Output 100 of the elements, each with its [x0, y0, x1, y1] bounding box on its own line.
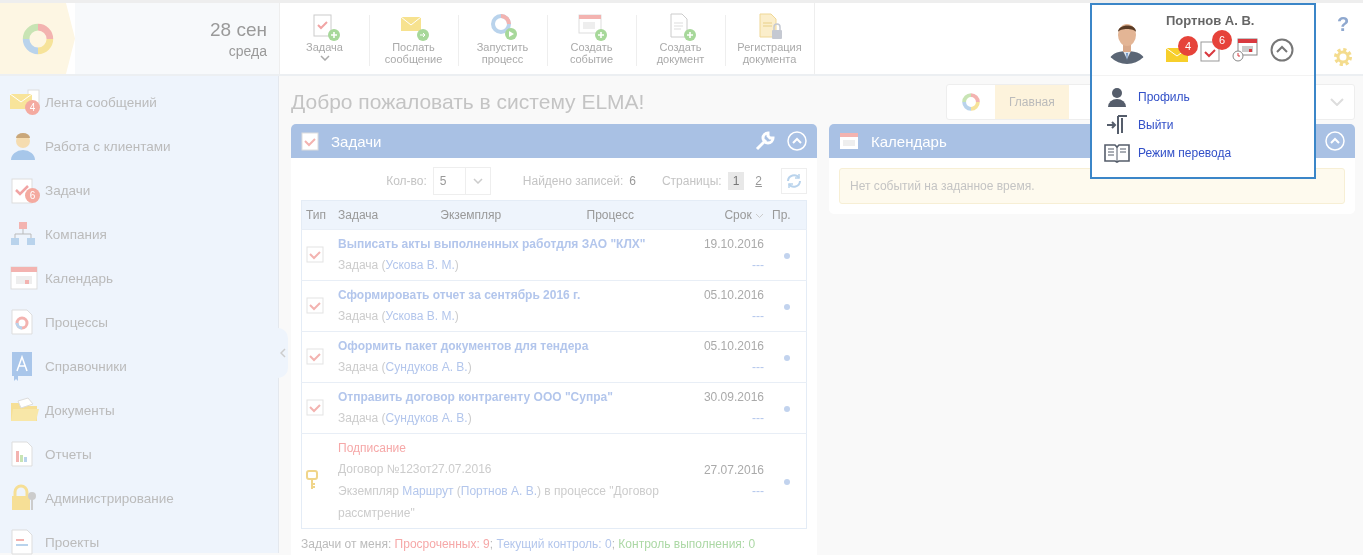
sidebar-item[interactable]: Проекты: [45, 534, 100, 550]
task-title[interactable]: Подписание: [338, 438, 696, 458]
user-icon: [1106, 87, 1128, 107]
count-label: Кол-во:: [386, 174, 427, 188]
person-link[interactable]: Ускова В. М.: [385, 309, 455, 323]
sidebar-item[interactable]: Отчеты: [45, 446, 92, 462]
priority-dot: [784, 406, 790, 412]
wrench-icon[interactable]: [755, 131, 775, 151]
column-header[interactable]: Процесс: [586, 208, 634, 222]
count-badge: 6: [1212, 30, 1232, 50]
sidebar-item[interactable]: Процессы: [45, 314, 108, 330]
date-day: 28 сен: [210, 18, 267, 41]
menu-item[interactable]: Выйти: [1104, 114, 1314, 136]
toolbar-button[interactable]: Создать документ: [636, 3, 725, 74]
lock-icon: [10, 484, 38, 512]
clipboard-icon: [10, 176, 34, 204]
toolbar-button[interactable]: Задача: [280, 3, 369, 74]
exit-icon: [1106, 115, 1128, 135]
found-label: Найдено записей:: [522, 174, 624, 188]
date-weekday: среда: [228, 42, 267, 59]
sidebar-item[interactable]: Работа с клиентами: [45, 138, 171, 154]
due-date: 05.10.2016: [703, 288, 764, 302]
clipboard-icon: [1200, 40, 1220, 62]
control-date: ---: [751, 308, 764, 325]
chart-icon: [10, 441, 34, 467]
task-title[interactable]: Выписать акты выполненных работдля ЗАО "КЛХ": [338, 234, 696, 254]
process-icon: [10, 309, 34, 335]
due-date: 19.10.2016: [703, 237, 764, 251]
toolbar-button[interactable]: Регистрация документа: [725, 3, 814, 74]
sidebar-item[interactable]: Документы: [45, 402, 115, 418]
refresh-button[interactable]: [781, 168, 807, 194]
person-link[interactable]: Ускова В. М.: [385, 258, 455, 272]
sidebar-item[interactable]: Лента сообщений: [45, 94, 157, 110]
due-date: 30.09.2016: [703, 390, 764, 404]
control-date: ---: [751, 483, 764, 500]
book-icon: [1104, 143, 1130, 163]
clipboard-icon: [301, 131, 319, 151]
calendar-icon: [10, 266, 38, 290]
priority-dot: [784, 304, 790, 310]
clipboard-icon: [306, 244, 324, 263]
due-date: 05.10.2016: [703, 339, 764, 353]
notification-button[interactable]: [1232, 38, 1258, 62]
sort-icon: [755, 213, 764, 219]
chevron-down-icon[interactable]: [1330, 98, 1344, 106]
org-chart-icon: [10, 221, 36, 247]
control-date: ---: [751, 359, 764, 376]
menu-item[interactable]: Режим перевода: [1104, 142, 1314, 164]
task-title[interactable]: Оформить пакет документов для тендера: [338, 336, 696, 356]
toolbar-button[interactable]: Создать событие: [547, 3, 636, 74]
count-badge: 4: [1178, 36, 1198, 56]
sidebar-item[interactable]: Администрирование: [45, 490, 174, 506]
sidebar-item[interactable]: Справочники: [45, 358, 127, 374]
panel-title: Календарь: [871, 132, 948, 150]
due-date: 27.07.2016: [703, 463, 764, 477]
notification-button[interactable]: [1200, 40, 1220, 62]
caret-icon: [472, 178, 483, 184]
task-title[interactable]: Отправить договор контрагенту ООО "Супра": [338, 387, 696, 407]
logo-icon: [960, 91, 982, 113]
panel-title: Задачи: [331, 132, 383, 150]
sidebar-item[interactable]: Задачи: [45, 182, 91, 198]
toolbar-button[interactable]: Запустить процесс: [458, 3, 547, 74]
person-link[interactable]: Маршрут: [402, 484, 454, 498]
folder-icon: [10, 397, 40, 423]
column-header[interactable]: Срок: [724, 208, 752, 222]
clipboard-icon: [306, 397, 324, 416]
person-link[interactable]: Сундуков А. В.: [385, 360, 468, 374]
priority-dot: [784, 479, 790, 485]
priority-dot: [784, 355, 790, 361]
help-icon[interactable]: ?: [1336, 13, 1350, 36]
toolbar-button[interactable]: Послать сообщение: [369, 3, 458, 74]
control-date: ---: [751, 257, 764, 274]
task-title[interactable]: Сформировать отчет за сентябрь 2016 г.: [338, 285, 696, 305]
column-header[interactable]: Экземпляр: [440, 208, 502, 222]
sidebar-item[interactable]: Календарь: [45, 270, 114, 286]
tasks-summary: Задачи от меня: Просроченных: 9; Текущий контроль: 0; Контроль выполнения: 0: [301, 537, 757, 551]
person-link[interactable]: Сундуков А. В.: [385, 411, 468, 425]
person-link[interactable]: Портнов А. В.: [460, 484, 538, 498]
menu-item[interactable]: Профиль: [1104, 86, 1314, 108]
calendar-icon: [576, 11, 607, 41]
calendar-icon: [839, 132, 859, 150]
collapse-icon[interactable]: [1270, 38, 1294, 62]
column-header[interactable]: Задача: [338, 208, 379, 222]
calendar-icon: [1232, 38, 1258, 62]
count-select[interactable]: 5: [432, 167, 491, 195]
control-date: ---: [751, 410, 764, 427]
page-link[interactable]: 2: [750, 172, 767, 190]
settings-icon[interactable]: [1332, 46, 1354, 68]
tab[interactable]: Главная: [995, 85, 1069, 119]
book-icon: [10, 351, 34, 381]
found-count: 6: [629, 174, 636, 188]
priority-dot: [784, 253, 790, 259]
key-icon: [306, 469, 318, 490]
collapse-handle[interactable]: [278, 328, 288, 378]
sidebar-item[interactable]: Компания: [45, 226, 107, 242]
pages-label: Страницы:: [661, 174, 722, 188]
page-link[interactable]: 1: [727, 172, 745, 190]
user-name: Портнов А. В.: [1166, 13, 1256, 28]
person-icon: [10, 132, 36, 160]
clipboard-icon: [306, 295, 324, 314]
refresh-icon: [785, 172, 803, 190]
